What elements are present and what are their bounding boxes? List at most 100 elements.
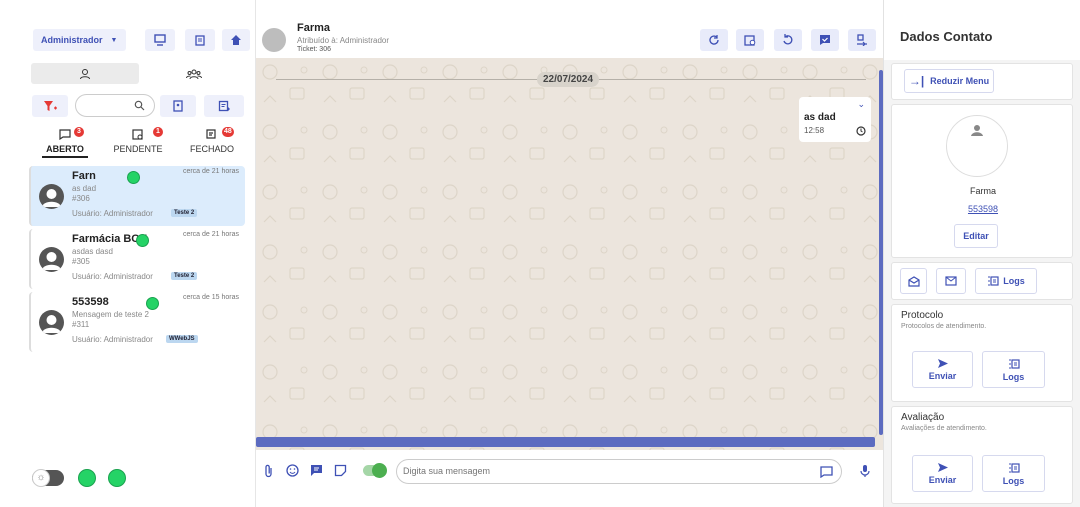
check-chat-icon xyxy=(820,35,830,45)
tab-pendente-label: PENDENTE xyxy=(113,144,163,154)
schedule-button[interactable] xyxy=(736,29,764,51)
contact-panel: Dados Contato →| Reduzir Menu Farma 5535… xyxy=(883,0,1080,507)
protocol-send-label: Enviar xyxy=(928,371,957,381)
ticket-last-message: asdas dasd #305 xyxy=(72,247,113,267)
whatsapp-icon xyxy=(136,234,149,247)
clipboard-button[interactable] xyxy=(185,29,215,51)
chat-list-icon xyxy=(154,34,166,46)
attach-icon[interactable] xyxy=(263,464,275,478)
protocol-card: Protocolo Protocolos de atendimento. Env… xyxy=(891,304,1073,402)
ticket-message-text: as dad xyxy=(72,184,97,193)
contact-card-icon xyxy=(173,100,183,112)
message-input-field[interactable] xyxy=(403,466,783,476)
contact-name: Farma xyxy=(969,186,996,196)
tab-fechado[interactable]: 48 FECHADO xyxy=(188,126,236,158)
transfer-button[interactable] xyxy=(848,29,876,51)
resolve-button[interactable] xyxy=(811,29,839,51)
email-button[interactable] xyxy=(936,268,966,294)
tickets-panel: Administrador ▼ 3 ABERTO 1 PENDENTE 48 F… xyxy=(0,0,256,507)
evaluation-logs-label: Logs xyxy=(1002,475,1025,486)
avatar xyxy=(39,184,64,209)
filter-icon xyxy=(44,101,57,111)
ticket-message-text: asdas dasd xyxy=(72,247,113,256)
theme-toggle[interactable]: ☼ xyxy=(32,469,64,487)
message-bubble[interactable]: ⌄ as dad 12:58 xyxy=(799,97,871,142)
tab-aberto[interactable]: 3 ABERTO xyxy=(42,126,88,158)
send-icon xyxy=(937,463,948,472)
protocol-logs-button[interactable]: Logs xyxy=(982,351,1045,388)
logs-icon xyxy=(1008,358,1020,369)
filter-button[interactable] xyxy=(32,95,68,117)
ticket-user: Usuário: Administrador xyxy=(72,209,153,218)
fechado-count-badge: 48 xyxy=(222,127,234,137)
chat-ticket-number: Ticket: 306 xyxy=(297,46,331,53)
ticket-time: cerca de 21 horas xyxy=(182,168,239,175)
protocol-send-button[interactable]: Enviar xyxy=(912,351,973,388)
chat-contact-name[interactable]: Farma xyxy=(297,22,330,34)
quick-reply-icon[interactable] xyxy=(310,464,323,477)
ticket-number: #306 xyxy=(72,194,90,203)
microphone-icon[interactable] xyxy=(860,464,870,478)
pending-icon xyxy=(132,129,143,140)
sticker-icon[interactable] xyxy=(334,464,347,477)
note-add-icon xyxy=(218,100,230,112)
chat-messages: 22/07/2024 ⌄ as dad 12:58 xyxy=(256,58,883,450)
ticket-contact-name: Farn xyxy=(72,170,96,182)
date-chip: 22/07/2024 xyxy=(537,72,600,87)
chevron-down-icon[interactable]: ⌄ xyxy=(857,99,865,110)
ticket-last-message: Mensagem de teste 2 #311 xyxy=(72,310,149,330)
ticket-item[interactable]: Farmácia BOT asdas dasd #305 cerca de 21 … xyxy=(29,229,245,289)
ticket-item[interactable]: 553598 Mensagem de teste 2 #311 cerca de … xyxy=(29,292,245,352)
logs-button[interactable]: Logs xyxy=(975,268,1037,294)
return-button[interactable] xyxy=(774,29,802,51)
quick-message-icon[interactable] xyxy=(820,466,833,478)
new-ticket-button[interactable] xyxy=(204,95,244,117)
chat-assigned: Atribuído à: Administrador xyxy=(297,36,390,45)
ticket-item[interactable]: Farn as dad #306 cerca de 21 horas Usuári… xyxy=(29,166,245,226)
envelope-icon xyxy=(945,276,957,286)
undo-icon xyxy=(783,34,793,45)
tab-all-tickets[interactable] xyxy=(140,63,248,84)
whatsapp-icon xyxy=(146,297,159,310)
search-icon xyxy=(134,100,145,111)
contacts-button[interactable] xyxy=(160,95,196,117)
refresh-button[interactable] xyxy=(700,29,728,51)
message-text: as dad xyxy=(804,112,836,123)
ticket-contact-name: 553598 xyxy=(72,296,109,308)
logs-label: Logs xyxy=(1003,276,1025,286)
open-email-button[interactable] xyxy=(900,268,927,294)
whatsapp-connection-icon[interactable] xyxy=(78,469,96,487)
evaluation-title: Avaliação xyxy=(901,412,945,423)
chat-header: Farma Atribuído à: Administrador Ticket:… xyxy=(256,0,883,58)
user-dropdown[interactable]: Administrador ▼ xyxy=(33,29,126,51)
evaluation-subtitle: Avaliações de atendimento. xyxy=(901,425,987,432)
protocol-title: Protocolo xyxy=(901,310,944,321)
contact-panel-title: Dados Contato xyxy=(900,29,993,44)
closed-list-icon xyxy=(206,129,216,139)
contact-avatar[interactable] xyxy=(262,28,286,52)
whatsapp-connection-icon[interactable] xyxy=(108,469,126,487)
chat-list-button[interactable] xyxy=(145,29,175,51)
ticket-last-message: as dad #306 xyxy=(72,184,96,204)
ticket-queue-tag: Teste 2 xyxy=(171,272,198,280)
edit-contact-button[interactable]: Editar xyxy=(954,224,998,248)
signature-toggle[interactable] xyxy=(363,463,387,478)
message-input[interactable] xyxy=(396,459,842,484)
home-button[interactable] xyxy=(222,29,250,51)
user-dropdown-label: Administrador xyxy=(41,35,103,45)
reduce-menu-button[interactable]: →| Reduzir Menu xyxy=(904,69,994,93)
evaluation-logs-button[interactable]: Logs xyxy=(982,455,1045,492)
avatar xyxy=(39,310,64,335)
search-field[interactable] xyxy=(84,100,134,110)
ticket-message-text: Mensagem de teste 2 xyxy=(72,310,149,319)
emoji-icon[interactable] xyxy=(286,464,299,477)
evaluation-send-button[interactable]: Enviar xyxy=(912,455,973,492)
person-icon xyxy=(80,68,90,79)
chat-area: Farma Atribuído à: Administrador Ticket:… xyxy=(256,0,883,507)
search-input[interactable] xyxy=(75,94,155,117)
tab-my-tickets[interactable] xyxy=(31,63,139,84)
clock-icon xyxy=(856,126,866,136)
contact-number-link[interactable]: 553598 xyxy=(892,204,1074,214)
tab-pendente[interactable]: 1 PENDENTE xyxy=(110,126,166,158)
refresh-icon xyxy=(709,35,719,45)
